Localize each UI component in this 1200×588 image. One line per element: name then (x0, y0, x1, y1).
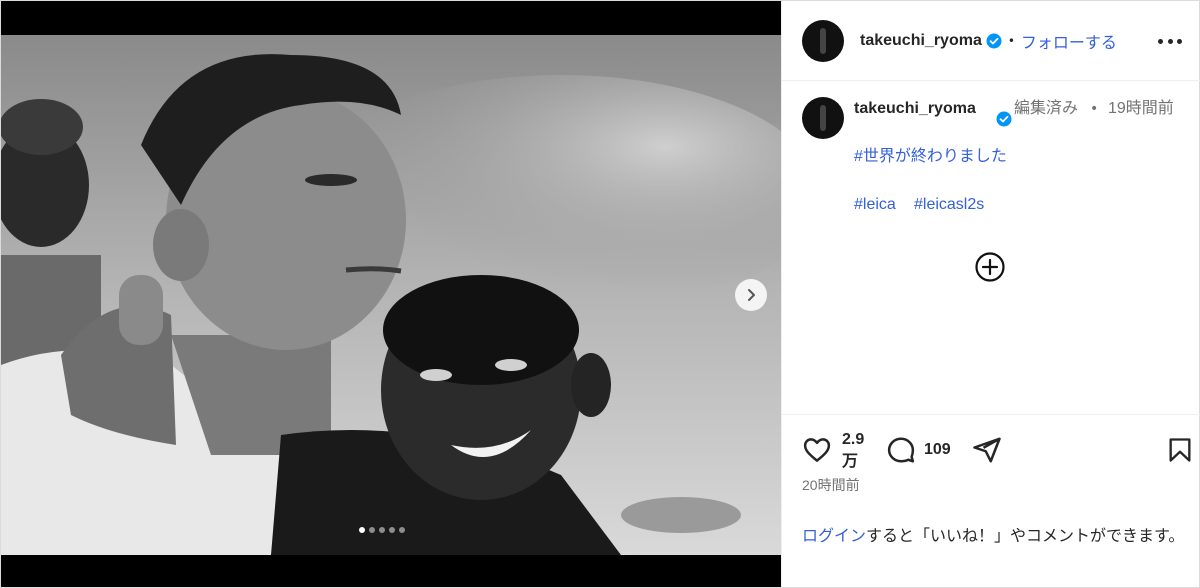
caption-avatar[interactable] (802, 97, 844, 139)
caption-timestamp[interactable]: 19時間前 (1108, 97, 1178, 121)
share-icon[interactable] (972, 435, 1002, 465)
post-caption: takeuchi_ryoma 編集済み • 19時間前 #世界が終わりました #… (782, 81, 1200, 415)
carousel-dot (399, 527, 405, 533)
edited-label: 編集済み (1014, 100, 1079, 117)
carousel-dot (389, 527, 395, 533)
hashtag-link[interactable]: #世界が終わりました (854, 145, 1007, 169)
post-header: takeuchi_ryoma • フォローする (782, 1, 1200, 81)
post-author-username[interactable]: takeuchi_ryoma (860, 32, 982, 50)
post-actions: 2.9万 109 20時間前 (782, 415, 1200, 515)
hashtag-link[interactable]: #leicasl2s (914, 193, 984, 217)
more-icon (1158, 38, 1163, 44)
separator-dot: • (1090, 101, 1099, 117)
more-options-button[interactable] (1158, 29, 1182, 53)
plus-circle-icon[interactable] (974, 251, 1006, 283)
login-prompt-text: すると「いいね！」やコメントができます。 (866, 528, 1185, 545)
verified-badge-icon (996, 111, 1012, 127)
comment-icon[interactable] (886, 435, 916, 465)
photo-image (1, 35, 781, 555)
login-link[interactable]: ログイン (802, 528, 866, 545)
carousel-dot (379, 527, 385, 533)
follow-button[interactable]: フォローする (1021, 29, 1117, 53)
carousel-dot (369, 527, 375, 533)
post-timestamp[interactable]: 20時間前 (802, 475, 860, 495)
avatar[interactable] (802, 19, 844, 62)
chevron-right-icon (748, 289, 755, 301)
post-sidebar: takeuchi_ryoma • フォローする takeuchi_ryoma 編… (781, 1, 1200, 587)
carousel-dot (359, 527, 365, 533)
separator-dot: • (1007, 33, 1015, 48)
like-count[interactable]: 2.9万 (842, 429, 876, 473)
login-prompt: ログインすると「いいね！」やコメントができます。 (802, 525, 1192, 549)
heart-icon[interactable] (802, 435, 832, 465)
hashtag-link[interactable]: #leica (854, 193, 896, 217)
verified-badge-icon (986, 33, 1002, 48)
comment-count[interactable]: 109 (924, 439, 951, 461)
bookmark-icon[interactable] (1166, 435, 1194, 465)
carousel-indicator (359, 527, 405, 533)
post-photo[interactable] (1, 35, 781, 555)
next-photo-button[interactable] (735, 279, 767, 311)
post-media (1, 1, 781, 587)
caption-username[interactable]: takeuchi_ryoma (854, 97, 986, 121)
